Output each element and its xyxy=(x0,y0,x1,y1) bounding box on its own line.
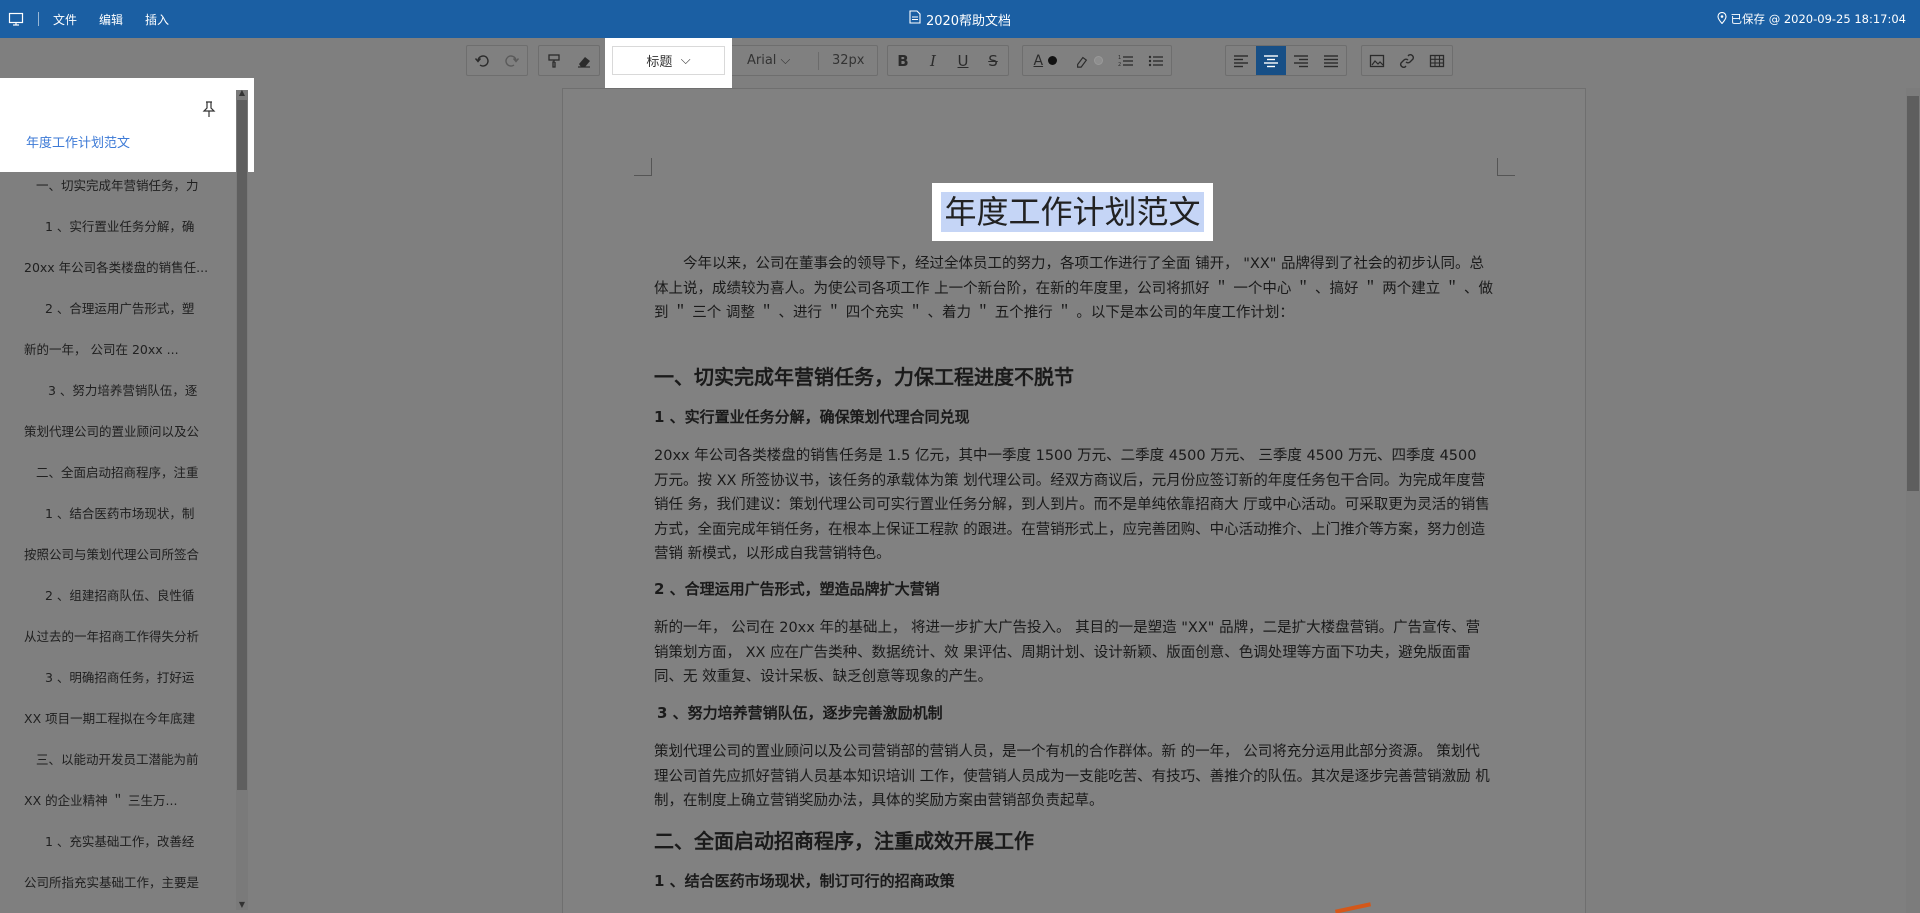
image-icon[interactable] xyxy=(1362,46,1392,75)
outline-item[interactable]: 策划代理公司的置业顾问以及公 xyxy=(24,421,224,440)
heading-2[interactable]: 3 、努力培养营销队伍，逐步完善激励机制 xyxy=(657,702,1497,724)
document-title: 2020帮助文档 xyxy=(925,13,1012,29)
bold-icon[interactable]: B xyxy=(888,46,918,75)
scroll-down-icon[interactable]: ▼ xyxy=(236,900,248,910)
outline-item[interactable]: 2 、合理运用广告形式，塑 xyxy=(45,298,245,317)
location-pin-icon xyxy=(1716,11,1727,27)
outline-item-title[interactable]: 年度工作计划范文 xyxy=(26,132,130,151)
outline-item[interactable]: 二、全面启动招商程序，注重 xyxy=(36,462,236,481)
document-heading[interactable]: 年度工作计划范文 xyxy=(941,192,1204,232)
heading-2[interactable]: 2 、合理运用广告形式，塑造品牌扩大营销 xyxy=(654,578,1494,600)
heading-2[interactable]: 1 、结合医药市场现状，制订可行的招商政策 xyxy=(654,870,1494,892)
eraser-icon[interactable] xyxy=(569,46,599,75)
outline-item[interactable]: 新的一年， 公司在 20xx ... xyxy=(24,339,224,358)
paragraph-intro[interactable]: 今年以来，公司在董事会的领导下，经过全体员工的努力，各项工作进行了全面 铺开， … xyxy=(654,252,1494,326)
font-color-icon[interactable]: A xyxy=(1023,46,1067,75)
align-left-icon[interactable] xyxy=(1226,46,1256,75)
unordered-list-icon[interactable] xyxy=(1141,46,1171,75)
font-group: Arial ⌵ 32px xyxy=(718,45,878,76)
chevron-down-icon: ⌵ xyxy=(780,53,791,68)
outline-item[interactable]: 20xx 年公司各类楼盘的销售任... xyxy=(24,257,224,276)
document-title-bar: 2020帮助文档 xyxy=(0,0,1920,38)
chevron-down-icon: ⌵ xyxy=(680,53,691,68)
document-icon xyxy=(909,10,921,28)
insert-group xyxy=(1361,45,1453,76)
scroll-up-icon[interactable]: ▲ xyxy=(236,88,248,98)
outline-item[interactable]: 1 、充实基础工作，改善经 xyxy=(45,831,245,850)
link-icon[interactable] xyxy=(1392,46,1422,75)
format-painter-icon[interactable] xyxy=(539,46,569,75)
menu-edit[interactable]: 编辑 xyxy=(99,11,123,28)
outline-item[interactable]: 一、切实完成年营销任务，力 xyxy=(36,175,236,194)
svg-text:2: 2 xyxy=(1118,62,1121,68)
style-select[interactable]: 标题 ⌵ xyxy=(612,46,725,75)
outline-panel xyxy=(0,82,250,913)
outline-item[interactable]: 三、以能动开发员工潜能为前 xyxy=(36,749,236,768)
text-style-group: B I U S xyxy=(887,45,1009,76)
outline-item[interactable]: 3 、努力培养营销队伍，逐 xyxy=(48,380,248,399)
paragraph-1[interactable]: 20xx 年公司各类楼盘的销售任务是 1.5 亿元，其中一季度 1500 万元、… xyxy=(654,444,1494,567)
align-center-icon[interactable] xyxy=(1256,46,1286,75)
ordered-list-icon[interactable]: 12 xyxy=(1111,46,1141,75)
margin-corner-top-right xyxy=(1497,158,1515,176)
menu-insert[interactable]: 插入 xyxy=(145,11,169,28)
paragraph-2[interactable]: 新的一年， 公司在 20xx 年的基础上， 将进一步扩大广告投入。 其目的一是塑… xyxy=(654,616,1494,690)
font-size-select[interactable]: 32px xyxy=(819,46,877,75)
redo-icon[interactable] xyxy=(497,46,527,75)
paragraph-3[interactable]: 策划代理公司的置业顾问以及公司营销部的营销人员，是一个有机的合作群体。新 的一年… xyxy=(654,740,1494,814)
font-select[interactable]: Arial ⌵ xyxy=(719,46,818,75)
top-bar-divider xyxy=(38,12,39,26)
svg-text:1: 1 xyxy=(1118,55,1121,61)
font-select-value: Arial xyxy=(746,53,777,68)
underline-icon[interactable]: U xyxy=(948,46,978,75)
document-scroll-thumb[interactable] xyxy=(1907,96,1919,491)
color-group: A 12 xyxy=(1022,45,1172,76)
strikethrough-icon[interactable]: S xyxy=(978,46,1008,75)
outline-scroll-thumb[interactable] xyxy=(237,100,247,790)
align-right-icon[interactable] xyxy=(1286,46,1316,75)
margin-corner-top-left xyxy=(634,158,652,176)
align-group xyxy=(1225,45,1347,76)
pin-icon[interactable] xyxy=(202,100,216,118)
editor-toolbar: Arial ⌵ 32px B I U S A 12 xyxy=(0,38,1920,82)
outline-item[interactable]: 按照公司与策划代理公司所签合 xyxy=(24,544,224,563)
style-select-value: 标题 xyxy=(646,55,673,70)
outline-item[interactable]: XX 项目一期工程拟在今年底建 xyxy=(24,708,224,727)
outline-item[interactable]: 3 、明确招商任务，打好运 xyxy=(45,667,245,686)
outline-item[interactable]: 从过去的一年招商工作得失分析 xyxy=(24,626,224,645)
heading-1[interactable]: 一、切实完成年营销任务，力保工程进度不脱节 xyxy=(654,363,1494,391)
outline-item[interactable]: 2 、组建招商队伍、良性循 xyxy=(45,585,245,604)
table-icon[interactable] xyxy=(1422,46,1452,75)
top-bar: 文件 编辑 插入 2020帮助文档 已保存 @ 2020-09-25 18:17… xyxy=(0,0,1920,38)
outline-header xyxy=(0,78,254,172)
outline-item[interactable]: 1 、实行置业任务分解，确 xyxy=(45,216,245,235)
outline-item[interactable]: XX 的企业精神 ＂ 三生万... xyxy=(24,790,224,809)
heading-2[interactable]: 1 、实行置业任务分解，确保策划代理合同兑现 xyxy=(654,406,1494,428)
save-status-text: 已保存 @ 2020-09-25 18:17:04 xyxy=(1730,12,1906,26)
style-select-highlight: 标题 ⌵ xyxy=(605,38,732,88)
top-bar-left: 文件 编辑 插入 xyxy=(8,0,191,38)
outline-item[interactable]: 1 、结合医药市场现状，制 xyxy=(45,503,245,522)
heading-1[interactable]: 二、全面启动招商程序，注重成效开展工作 xyxy=(654,827,1494,855)
monitor-icon[interactable] xyxy=(8,11,24,27)
justify-icon[interactable] xyxy=(1316,46,1346,75)
outline-item[interactable]: 公司所指充实基础工作，主要是 xyxy=(24,872,224,891)
document-heading-highlight: 年度工作计划范文 xyxy=(932,183,1213,241)
format-group xyxy=(538,45,600,76)
italic-icon[interactable]: I xyxy=(918,46,948,75)
menu-file[interactable]: 文件 xyxy=(53,11,77,28)
save-status: 已保存 @ 2020-09-25 18:17:04 xyxy=(1716,0,1906,38)
history-group xyxy=(466,45,528,76)
undo-icon[interactable] xyxy=(467,46,497,75)
highlight-icon[interactable] xyxy=(1067,46,1111,75)
